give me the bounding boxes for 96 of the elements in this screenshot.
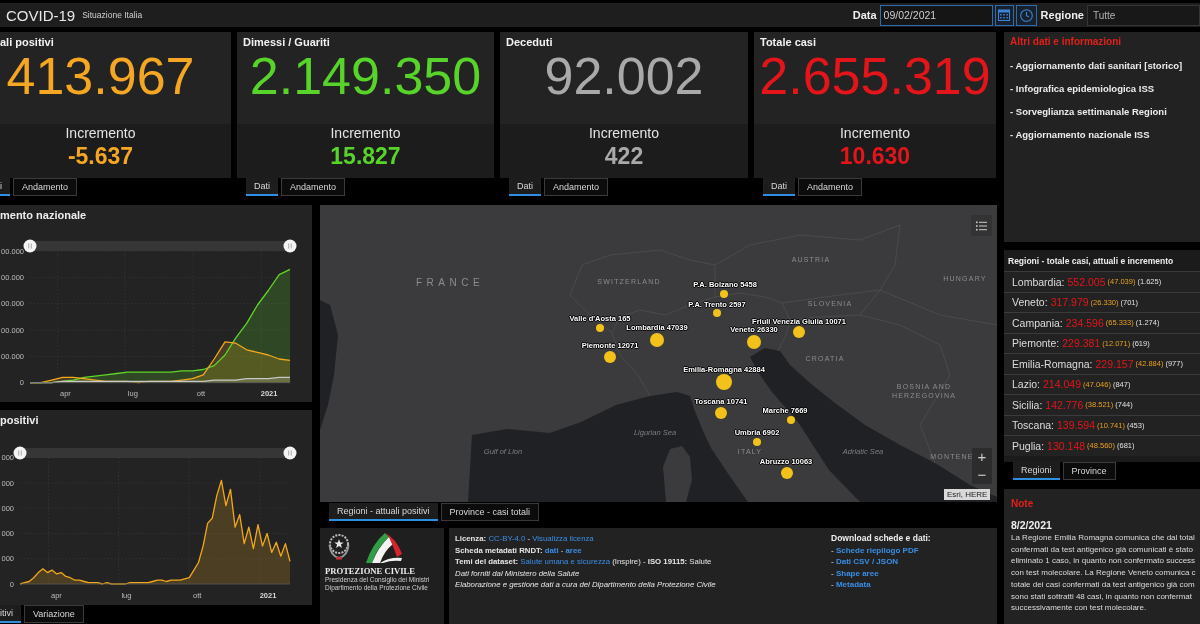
range-handle[interactable]: [283, 446, 297, 460]
tab[interactable]: Andamento: [13, 178, 78, 196]
zoom-out-button[interactable]: −: [972, 466, 992, 484]
increment-value: 10.630: [839, 144, 911, 168]
tab[interactable]: Dati: [763, 178, 795, 196]
tab[interactable]: Province - casi totali: [440, 503, 540, 521]
increment-value: 422: [604, 144, 644, 168]
tab[interactable]: Province: [1062, 462, 1116, 480]
country-label: FRANCE: [415, 276, 485, 288]
tab[interactable]: i: [0, 178, 10, 196]
tab[interactable]: Andamento: [281, 178, 346, 196]
download-item: - Metadata: [831, 579, 872, 591]
app-title: COVID-19: [6, 6, 76, 24]
stat-value: 2.655.319: [759, 48, 991, 104]
download-link[interactable]: Dati CSV / JSON: [835, 557, 899, 566]
total-cases: 229.157: [1095, 357, 1134, 370]
download-link[interactable]: Schede riepilogo PDF: [835, 545, 919, 555]
total-cases: 139.594: [1057, 419, 1095, 432]
calendar-icon: [998, 9, 1011, 21]
total-cases: 234.596: [1065, 316, 1104, 329]
increment-value: 15.827: [330, 144, 401, 168]
bubble-marker-icon[interactable]: [596, 324, 604, 332]
zoom-in-button[interactable]: +: [972, 448, 992, 466]
note-date: 8/2/2021: [1011, 519, 1053, 531]
total-cases: 317.979: [1050, 296, 1089, 309]
download-item: - Shape aree: [831, 567, 880, 579]
clock-button[interactable]: [1015, 4, 1037, 26]
stat-value: 2.149.350: [249, 48, 482, 104]
download-item: - Schede riepilogo PDF: [831, 544, 920, 556]
download-link[interactable]: Shape aree: [835, 568, 879, 578]
total-cases: 130.148: [1047, 439, 1086, 452]
region-name: Piemonte:: [1012, 337, 1060, 350]
note-title: Note: [1011, 498, 1034, 510]
total-cases: 552.005: [1067, 275, 1106, 288]
total-cases: 229.381: [1062, 337, 1101, 350]
region-label: Regione: [1040, 9, 1084, 21]
download-item: - Dati CSV / JSON: [831, 556, 900, 568]
regions-title: Regioni - totale casi, attuali e incremento: [1007, 255, 1175, 267]
chart-title: mento nazionale: [0, 208, 87, 222]
region-name: Sicilia:: [1012, 398, 1043, 411]
card-title: ali positivi: [0, 35, 54, 49]
range-handle[interactable]: [283, 239, 297, 253]
tab[interactable]: Andamento: [544, 178, 609, 196]
info-link[interactable]: - Sorveglianza settimanale Regioni: [1010, 106, 1196, 117]
note-text: La Regione Emilia Romagna comunica che dal total confermati da test antigenico già comunicati è stato eliminato 1 caso, in quanto non confermato success con test molecolare. La Regione Veneto comunica c totale dei casi confermati da test antigenico già com sono stati sottratti 48 casi, in quanto non confermat successivamente con test molecolare.: [1011, 532, 1197, 614]
calendar-button[interactable]: [994, 4, 1014, 26]
info-link[interactable]: - Aggiornamento nazionale ISS: [1010, 129, 1196, 140]
info-link[interactable]: - Aggiornamento dati sanitari [storico]: [1010, 60, 1196, 71]
card-title: Totale casi: [760, 35, 817, 49]
range-handle[interactable]: [13, 446, 27, 460]
region-name: Campania:: [1012, 316, 1063, 329]
total-cases: 214.049: [1043, 378, 1081, 391]
tab[interactable]: Regioni: [1013, 462, 1060, 480]
tab[interactable]: Andamento: [798, 178, 863, 196]
increment-label: Incremento: [839, 125, 910, 141]
info-title: Altri dati e informazioni: [1010, 36, 1123, 48]
region-name: Puglia:: [1012, 439, 1045, 452]
total-cases: 142.776: [1045, 398, 1084, 411]
region-name: Lazio:: [1012, 378, 1041, 391]
region-name: Toscana:: [1012, 419, 1055, 432]
bubble-marker-icon[interactable]: [720, 290, 728, 298]
info-link[interactable]: - Infografica epidemiologica ISS: [1010, 83, 1196, 94]
range-handle[interactable]: [23, 239, 37, 253]
increment-label: Incremento: [65, 125, 136, 141]
bubble-marker-icon[interactable]: [753, 438, 761, 446]
star-emblem-icon: [327, 532, 351, 560]
date-label: Data: [852, 9, 877, 21]
date-input[interactable]: 09/02/2021: [879, 4, 993, 26]
card-title: Dimessi / Guariti: [243, 35, 330, 49]
bubble-marker-icon[interactable]: [787, 416, 795, 424]
download-link[interactable]: Metadata: [835, 580, 871, 589]
card-title: Deceduti: [506, 35, 553, 49]
region-name: Lombardia:: [1012, 275, 1065, 288]
logo-title: PROTEZIONE CIVILE: [325, 566, 417, 576]
chart-title: positivi: [0, 413, 39, 427]
region-name: Emilia-Romagna:: [1012, 357, 1093, 370]
map-attribution: Esri, HERE: [944, 489, 991, 500]
tricolor-swoosh-logo-icon: [363, 532, 403, 564]
tab[interactable]: Regioni - attuali positivi: [329, 503, 438, 521]
increment-label: Incremento: [330, 125, 401, 141]
increment-value: -5.637: [67, 144, 134, 168]
increment-label: Incremento: [588, 125, 659, 141]
tab[interactable]: itivi: [0, 605, 21, 623]
download-title: Download schede e dati:: [831, 533, 932, 545]
app-subtitle: Situazione Italia: [82, 10, 143, 20]
region-select[interactable]: Tutte: [1087, 4, 1200, 26]
clock-icon: [1019, 8, 1033, 22]
tab[interactable]: Dati: [246, 178, 278, 196]
list-icon: [976, 220, 987, 231]
region-name: Veneto:: [1012, 296, 1048, 309]
tab[interactable]: Variazione: [24, 605, 84, 623]
bubble-marker-icon[interactable]: [713, 309, 721, 317]
stat-value: 413.967: [6, 48, 195, 104]
stat-value: 92.002: [544, 48, 704, 104]
legend-button[interactable]: [971, 215, 992, 236]
tab[interactable]: Dati: [509, 178, 541, 196]
